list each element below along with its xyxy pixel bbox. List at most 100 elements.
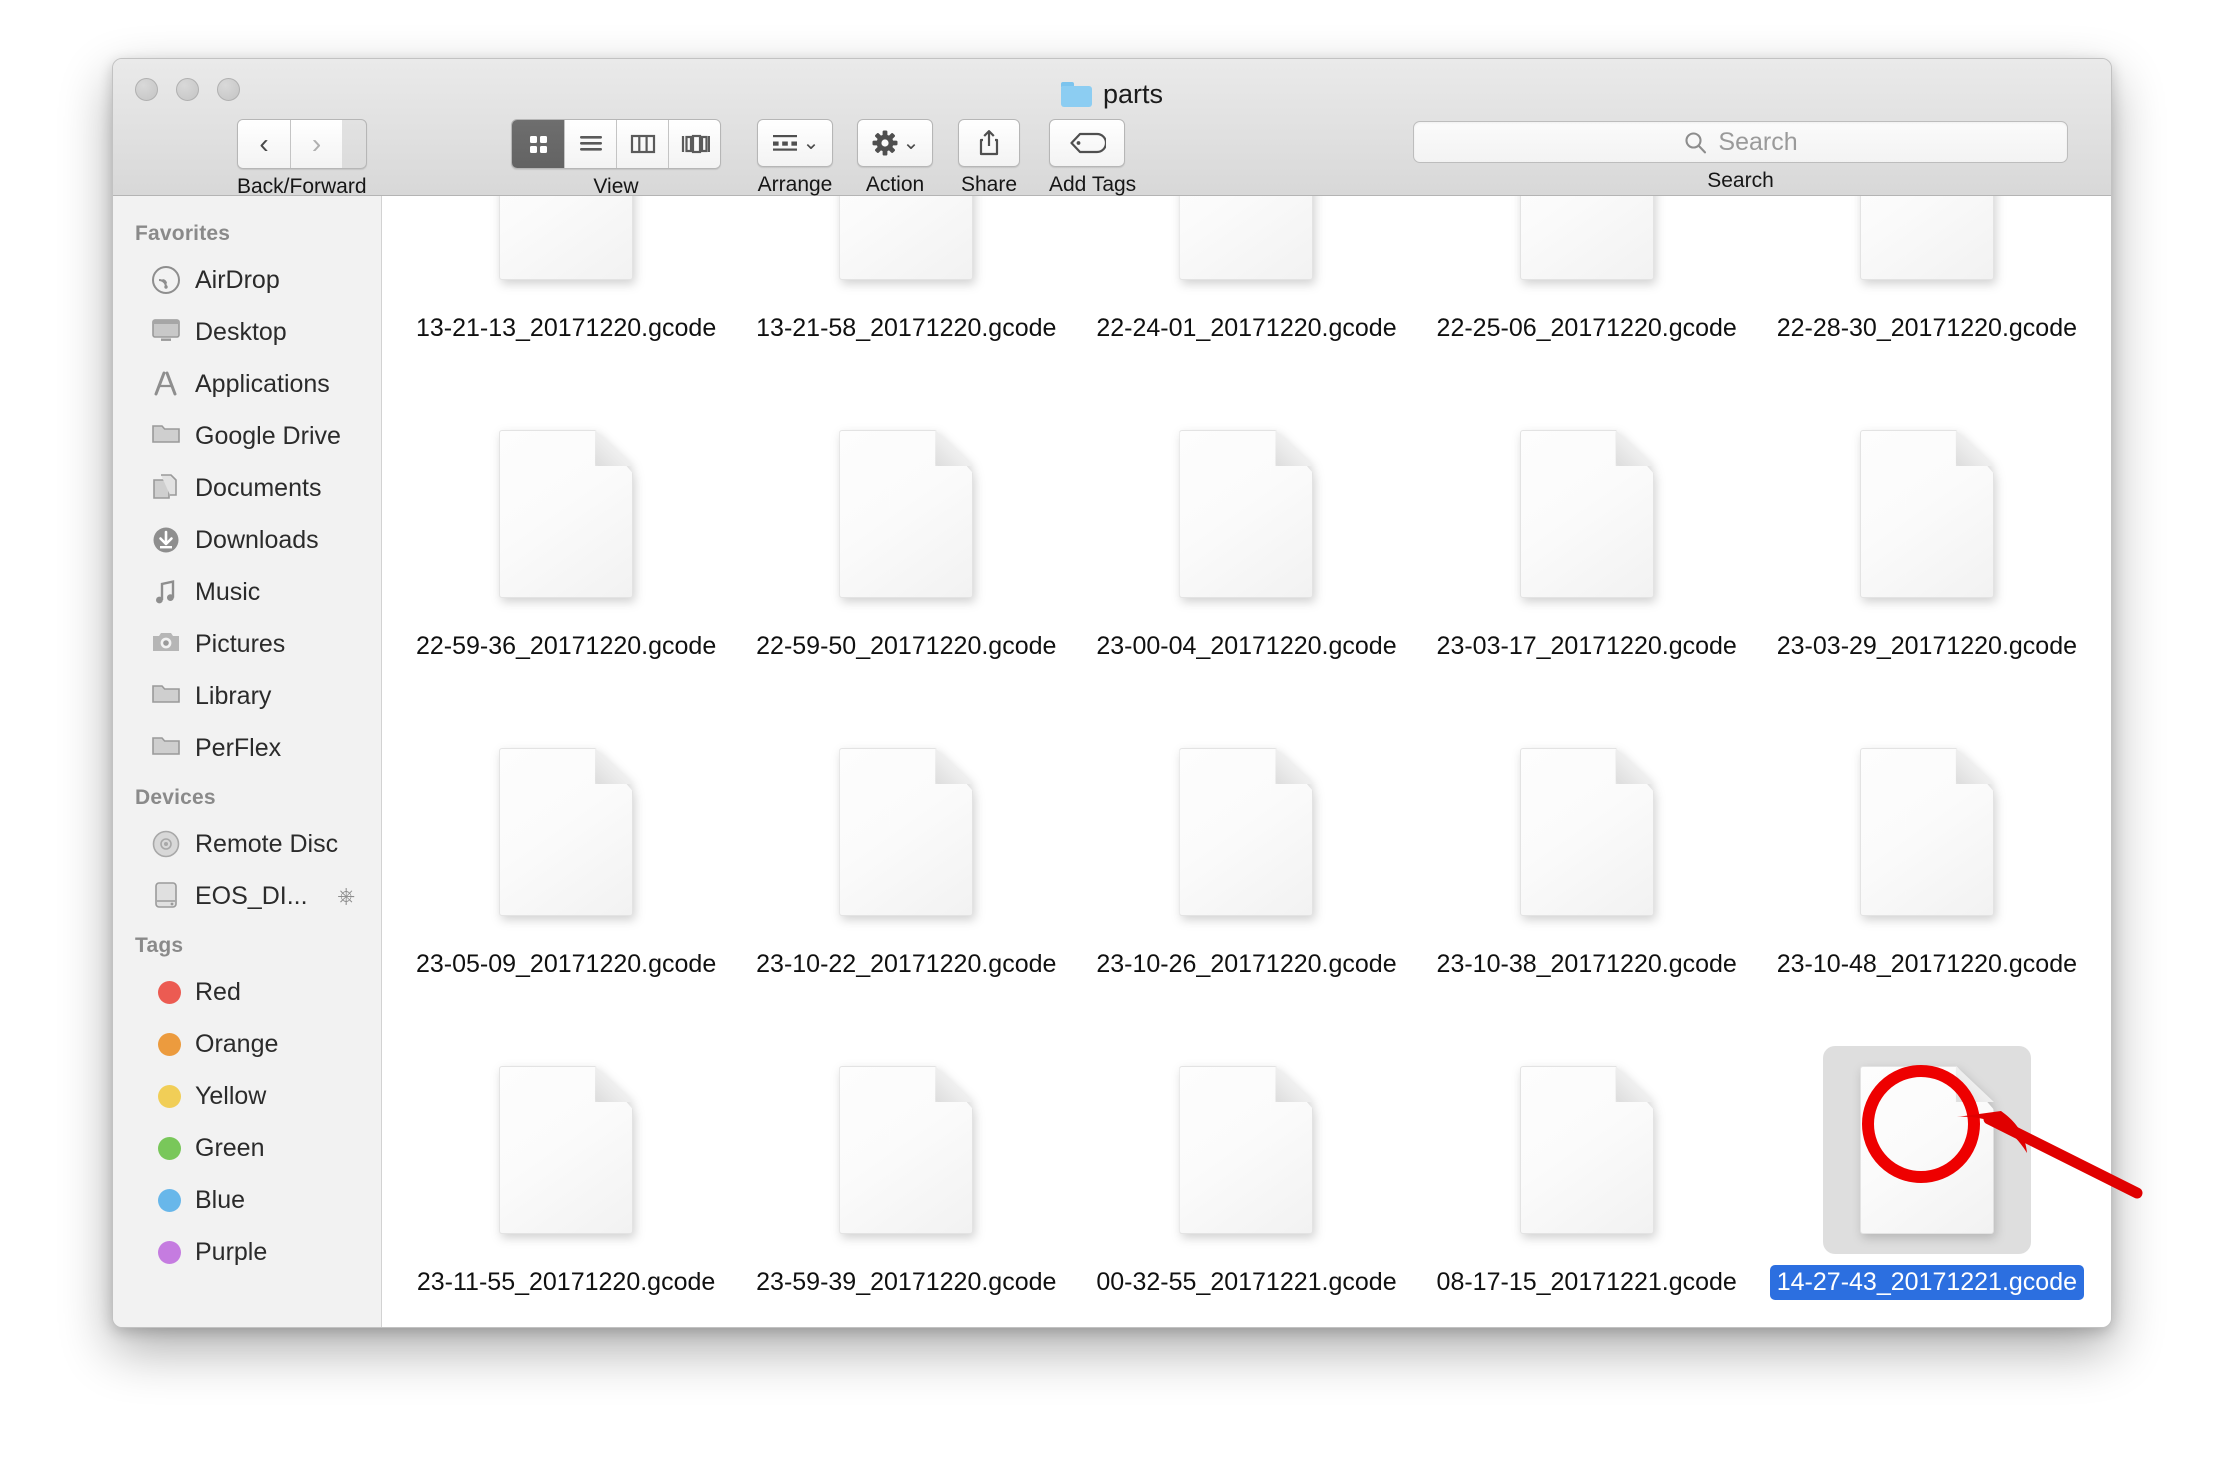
- file-item[interactable]: 08-17-15_20171221.gcode: [1417, 1030, 1757, 1327]
- file-item[interactable]: 22-28-30_20171220.gcode: [1757, 196, 2097, 394]
- back-button[interactable]: ‹: [238, 120, 290, 168]
- chevron-right-icon: ›: [311, 128, 322, 159]
- file-name-label[interactable]: 23-03-17_20171220.gcode: [1430, 629, 1744, 664]
- document-icon: [1859, 748, 1994, 916]
- sidebar-item-google-drive[interactable]: Google Drive: [113, 410, 381, 462]
- file-icon-wrapper: [1142, 1046, 1350, 1254]
- icon-view-button[interactable]: [512, 120, 564, 168]
- file-name-label[interactable]: 23-05-09_20171220.gcode: [409, 947, 723, 982]
- action-button[interactable]: ⌄: [857, 119, 933, 167]
- list-view-button[interactable]: [564, 120, 616, 168]
- sidebar-item-documents[interactable]: Documents: [113, 462, 381, 514]
- file-item[interactable]: 14-27-43_20171221.gcode: [1757, 1030, 2097, 1327]
- file-icon-wrapper: [1822, 1046, 2031, 1254]
- file-item[interactable]: 22-25-06_20171220.gcode: [1417, 196, 1757, 394]
- document-icon: [1179, 748, 1314, 916]
- sidebar-item-tag-yellow[interactable]: Yellow: [113, 1070, 381, 1122]
- file-icon-wrapper: [1823, 728, 2031, 936]
- tag-dot-icon: [158, 1188, 181, 1212]
- nav-segmented-control: ‹ ›: [237, 119, 367, 169]
- file-item[interactable]: 23-03-29_20171220.gcode: [1757, 394, 2097, 712]
- add-tags-button[interactable]: [1049, 119, 1125, 167]
- file-item[interactable]: 00-32-55_20171221.gcode: [1076, 1030, 1416, 1327]
- file-name-label[interactable]: 23-03-29_20171220.gcode: [1770, 629, 2084, 664]
- file-item[interactable]: 23-10-48_20171220.gcode: [1757, 712, 2097, 1030]
- sidebar-item-desktop[interactable]: Desktop: [113, 306, 381, 358]
- file-name-label[interactable]: 23-10-22_20171220.gcode: [749, 947, 1063, 982]
- file-item[interactable]: 23-59-39_20171220.gcode: [736, 1030, 1076, 1327]
- file-icon-wrapper: [1142, 410, 1350, 618]
- file-name-label[interactable]: 22-25-06_20171220.gcode: [1430, 311, 1744, 346]
- file-item[interactable]: 23-00-04_20171220.gcode: [1076, 394, 1416, 712]
- arrange-button[interactable]: ⌄: [757, 119, 833, 167]
- file-name-label[interactable]: 22-59-36_20171220.gcode: [409, 629, 723, 664]
- file-name-label[interactable]: 22-59-50_20171220.gcode: [749, 629, 1063, 664]
- file-name-label[interactable]: 00-32-55_20171221.gcode: [1089, 1265, 1403, 1300]
- sidebar-item-pictures[interactable]: Pictures: [113, 618, 381, 670]
- columns-icon: [630, 134, 655, 154]
- search-icon: [1685, 131, 1707, 153]
- file-name-label[interactable]: 23-59-39_20171220.gcode: [749, 1265, 1063, 1300]
- sidebar-item-remote-disc[interactable]: Remote Disc: [113, 818, 381, 870]
- sidebar-item-library[interactable]: Library: [113, 670, 381, 722]
- file-item[interactable]: 23-10-38_20171220.gcode: [1417, 712, 1757, 1030]
- column-view-button[interactable]: [616, 120, 668, 168]
- file-name-label[interactable]: 14-27-43_20171221.gcode: [1769, 1265, 2085, 1300]
- forward-button[interactable]: ›: [290, 120, 342, 168]
- sidebar-item-tag-green[interactable]: Green: [113, 1122, 381, 1174]
- file-name-label[interactable]: 23-00-04_20171220.gcode: [1089, 629, 1403, 664]
- search-input[interactable]: Search: [1413, 121, 2068, 163]
- chevron-left-icon: ‹: [259, 128, 269, 159]
- sidebar-item-tag-blue[interactable]: Blue: [113, 1174, 381, 1226]
- document-icon: [1179, 1066, 1314, 1234]
- finder-toolbar: parts ‹ › Back/Forward View ⌄ Arrange ⌄ …: [113, 59, 2111, 198]
- gallery-view-button[interactable]: [668, 120, 720, 168]
- sidebar-item-tag-purple[interactable]: Purple: [113, 1226, 381, 1278]
- sidebar-item-downloads[interactable]: Downloads: [113, 514, 381, 566]
- eject-icon[interactable]: ⎈: [337, 883, 355, 909]
- file-icon-wrapper: [1823, 410, 2031, 618]
- file-name-label[interactable]: 23-11-55_20171220.gcode: [410, 1265, 722, 1300]
- file-name-label[interactable]: 22-24-01_20171220.gcode: [1089, 311, 1403, 346]
- share-icon: [979, 130, 999, 156]
- file-name-label[interactable]: 13-21-58_20171220.gcode: [749, 311, 1063, 346]
- file-item[interactable]: 22-24-01_20171220.gcode: [1076, 196, 1416, 394]
- share-button[interactable]: [958, 119, 1020, 167]
- file-item[interactable]: 23-10-26_20171220.gcode: [1076, 712, 1416, 1030]
- sidebar-item-music[interactable]: Music: [113, 566, 381, 618]
- chevron-down-icon: ⌄: [902, 132, 920, 154]
- file-name-label[interactable]: 22-28-30_20171220.gcode: [1770, 311, 2084, 346]
- document-icon: [1519, 430, 1654, 598]
- document-icon: [499, 1066, 634, 1234]
- file-item[interactable]: 23-11-55_20171220.gcode: [396, 1030, 736, 1327]
- sidebar-item-applications[interactable]: Applications: [113, 358, 381, 410]
- file-name-label[interactable]: 23-10-26_20171220.gcode: [1089, 947, 1403, 982]
- file-item[interactable]: 13-21-58_20171220.gcode: [736, 196, 1076, 394]
- file-item[interactable]: 22-59-36_20171220.gcode: [396, 394, 736, 712]
- sidebar-item-perflex[interactable]: PerFlex: [113, 722, 381, 774]
- sidebar-item-tag-orange[interactable]: Orange: [113, 1018, 381, 1070]
- file-item[interactable]: 13-21-13_20171220.gcode: [396, 196, 736, 394]
- file-item[interactable]: 23-03-17_20171220.gcode: [1417, 394, 1757, 712]
- sidebar: Favorites AirDrop Desktop Applications G…: [113, 196, 382, 1327]
- document-icon: [1519, 1066, 1654, 1234]
- file-grid: 13-21-13_20171220.gcode 13-21-58_20171220…: [382, 196, 2111, 1327]
- document-icon: [1859, 196, 1994, 280]
- file-item[interactable]: 22-59-50_20171220.gcode: [736, 394, 1076, 712]
- tag-icon: [1070, 132, 1106, 154]
- file-grid-area[interactable]: 13-21-13_20171220.gcode 13-21-58_20171220…: [382, 196, 2111, 1327]
- folder-icon: [151, 733, 181, 763]
- file-name-label[interactable]: 23-10-48_20171220.gcode: [1770, 947, 2084, 982]
- file-item[interactable]: 23-10-22_20171220.gcode: [736, 712, 1076, 1030]
- search-group: Search Search: [1413, 121, 2068, 193]
- sidebar-item-tag-red[interactable]: Red: [113, 966, 381, 1018]
- file-icon-wrapper: [802, 728, 1010, 936]
- action-group: ⌄ Action: [857, 119, 933, 197]
- sidebar-item-eos-drive[interactable]: EOS_DI... ⎈: [113, 870, 381, 922]
- file-name-label[interactable]: 08-17-15_20171221.gcode: [1430, 1265, 1744, 1300]
- file-name-label[interactable]: 23-10-38_20171220.gcode: [1430, 947, 1744, 982]
- document-icon: [839, 196, 974, 280]
- file-item[interactable]: 23-05-09_20171220.gcode: [396, 712, 736, 1030]
- sidebar-item-airdrop[interactable]: AirDrop: [113, 254, 381, 306]
- file-name-label[interactable]: 13-21-13_20171220.gcode: [409, 311, 723, 346]
